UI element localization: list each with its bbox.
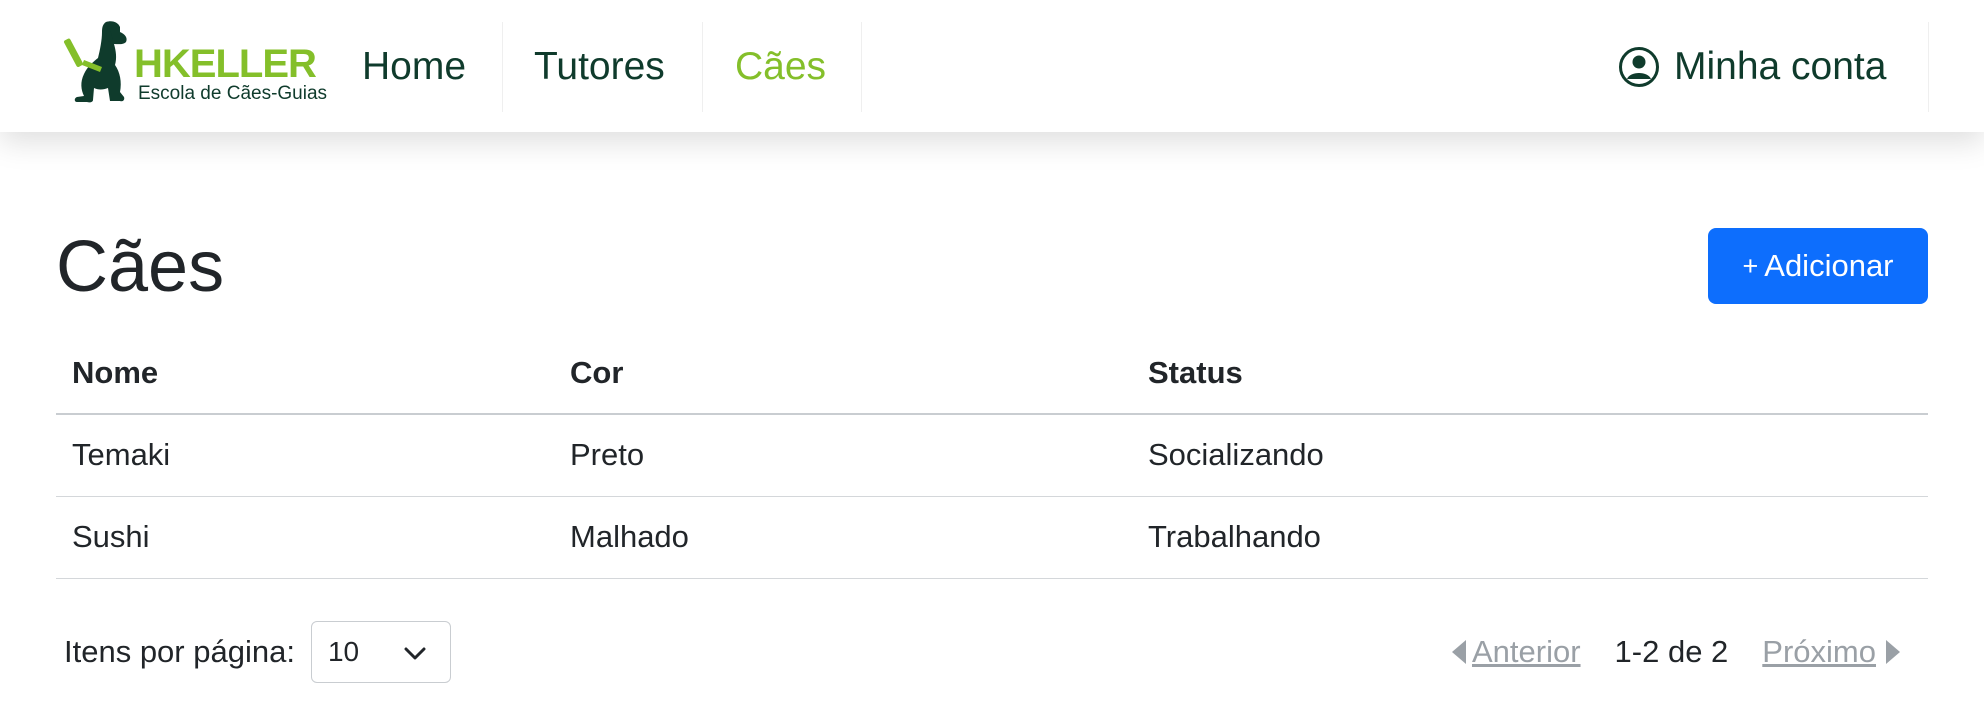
nav-divider [1928,22,1929,112]
cell-cor: Malhado [554,496,1132,579]
brand-name: HKELLER [134,42,317,86]
chevron-down-icon [404,636,426,668]
dogs-table: Nome Cor Status Temaki Preto Socializand… [56,332,1928,579]
page-range: 1-2 de 2 [1614,634,1729,669]
items-per-page-select[interactable]: 10 [310,621,451,683]
navbar: HKELLER Escola de Cães-Guias Home Tutore… [0,0,1984,132]
user-circle-icon [1618,46,1660,88]
add-button[interactable]: + Adicionar [1708,228,1928,304]
items-per-page: Itens por página: 10 [64,621,451,683]
column-header-status[interactable]: Status [1132,332,1928,415]
previous-page-label: Anterior [1471,634,1581,669]
cell-status: Socializando [1132,414,1928,497]
previous-page-link[interactable]: Anterior [1451,634,1581,670]
cell-status: Trabalhando [1132,496,1928,579]
nav-item-tutores[interactable]: Tutores [534,22,665,112]
plus-icon: + [1742,250,1759,281]
nav-divider [702,22,703,112]
table-header-row: Nome Cor Status [56,332,1928,415]
my-account-link[interactable]: Minha conta [1618,22,1886,112]
column-header-nome[interactable]: Nome [56,332,554,415]
caret-left-icon [1451,640,1466,664]
add-button-label: Adicionar [1764,248,1894,283]
nav-divider [502,22,503,112]
table-row[interactable]: Temaki Preto Socializando [56,414,1928,497]
nav-item-caes[interactable]: Cães [735,22,826,112]
column-header-cor[interactable]: Cor [554,332,1132,415]
nav-item-home[interactable]: Home [362,22,466,112]
pagination: Anterior 1-2 de 2 Próximo [1420,622,1900,682]
guide-dog-icon [64,21,127,103]
my-account-label: Minha conta [1674,45,1887,88]
next-page-link[interactable]: Próximo [1762,634,1900,670]
brand-tagline: Escola de Cães-Guias [138,83,328,104]
items-per-page-value: 10 [327,636,360,667]
next-page-label: Próximo [1762,634,1876,669]
caret-right-icon [1886,640,1900,664]
items-per-page-label: Itens por página: [64,634,295,669]
cell-cor: Preto [554,414,1132,497]
brand-logo[interactable]: HKELLER Escola de Cães-Guias [62,20,327,106]
cell-nome: Sushi [56,496,554,579]
nav-divider [861,22,862,112]
cell-nome: Temaki [56,414,554,497]
table-row[interactable]: Sushi Malhado Trabalhando [56,496,1928,579]
page-title: Cães [56,227,225,307]
